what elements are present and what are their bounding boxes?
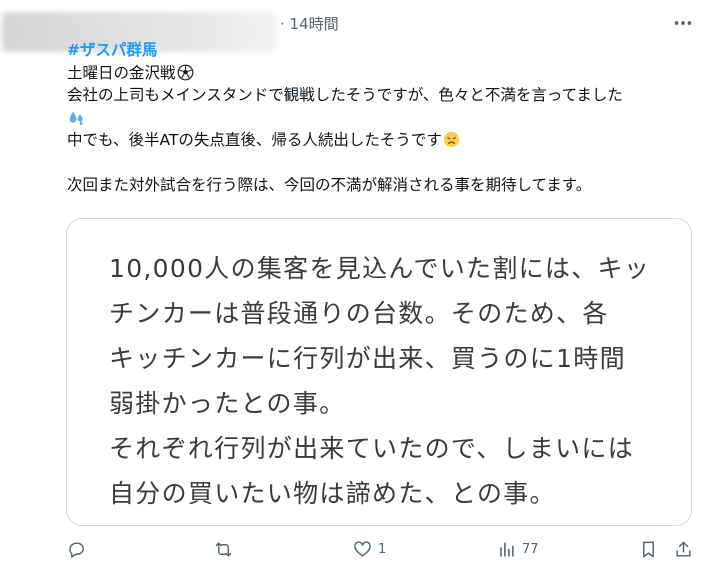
tweet-line-2: 会社の上司もメインスタンドで観戦したそうですが、色々と不満を言ってました (67, 86, 623, 104)
bookmark-button[interactable] (639, 540, 658, 559)
card-line: それぞれ行列が出来ていたので、しまいには (109, 434, 635, 463)
more-dots-icon[interactable] (672, 12, 694, 34)
disappointed-face-icon (443, 131, 460, 148)
card-line: 自分の買いたい物は諦めた、との事。 (109, 479, 556, 508)
share-button[interactable] (674, 540, 693, 559)
attached-image-card[interactable]: 10,000人の集客を見込んでいた割には、キッ チンカーは普段通りの台数。そのた… (66, 218, 692, 526)
tweet-line-1: 土曜日の金沢戦 (67, 63, 176, 82)
card-line: キッチンカーに行列が出来、買うのに1時間 (109, 344, 626, 373)
retweet-icon (215, 542, 232, 557)
sweat-droplets-icon (69, 111, 83, 125)
views-button[interactable]: 77 (497, 540, 539, 559)
views-bar-chart-icon (500, 542, 514, 557)
reply-button[interactable] (67, 540, 92, 559)
bookmark-icon (643, 541, 654, 558)
reply-icon (69, 542, 84, 558)
hashtag-link[interactable]: #ザスパ群馬 (67, 39, 157, 62)
share-icon (676, 541, 691, 557)
like-count: 1 (378, 542, 387, 557)
tweet-line-4: 次回また対外試合を行う際は、今回の不満が解消される事を期待してます。 (67, 176, 592, 194)
heart-icon (354, 541, 371, 557)
tweet-line-3: 中でも、後半ATの失点直後、帰る人続出したそうです (67, 131, 442, 149)
card-line: チンカーは普段通りの台数。そのため、各 (109, 299, 609, 328)
tweet-action-bar: 1 77 (0, 540, 702, 566)
like-button[interactable]: 1 (353, 540, 386, 559)
views-count: 77 (522, 542, 539, 557)
soccer-ball-icon (177, 64, 193, 80)
card-text: 10,000人の集客を見込んでいた割には、キッ チンカーは普段通りの台数。そのた… (109, 246, 679, 516)
card-line: 10,000人の集客を見込んでいた割には、キッ (109, 254, 651, 283)
card-line: 弱掛かったとの事。 (109, 389, 346, 418)
retweet-button[interactable] (214, 540, 239, 559)
tweet-body: #ザスパ群馬 土曜日の金沢戦 会社の上司もメインスタンドで観戦したそうですが、色… (67, 39, 687, 197)
tweet-timestamp[interactable]: · 14時間 (280, 13, 339, 34)
